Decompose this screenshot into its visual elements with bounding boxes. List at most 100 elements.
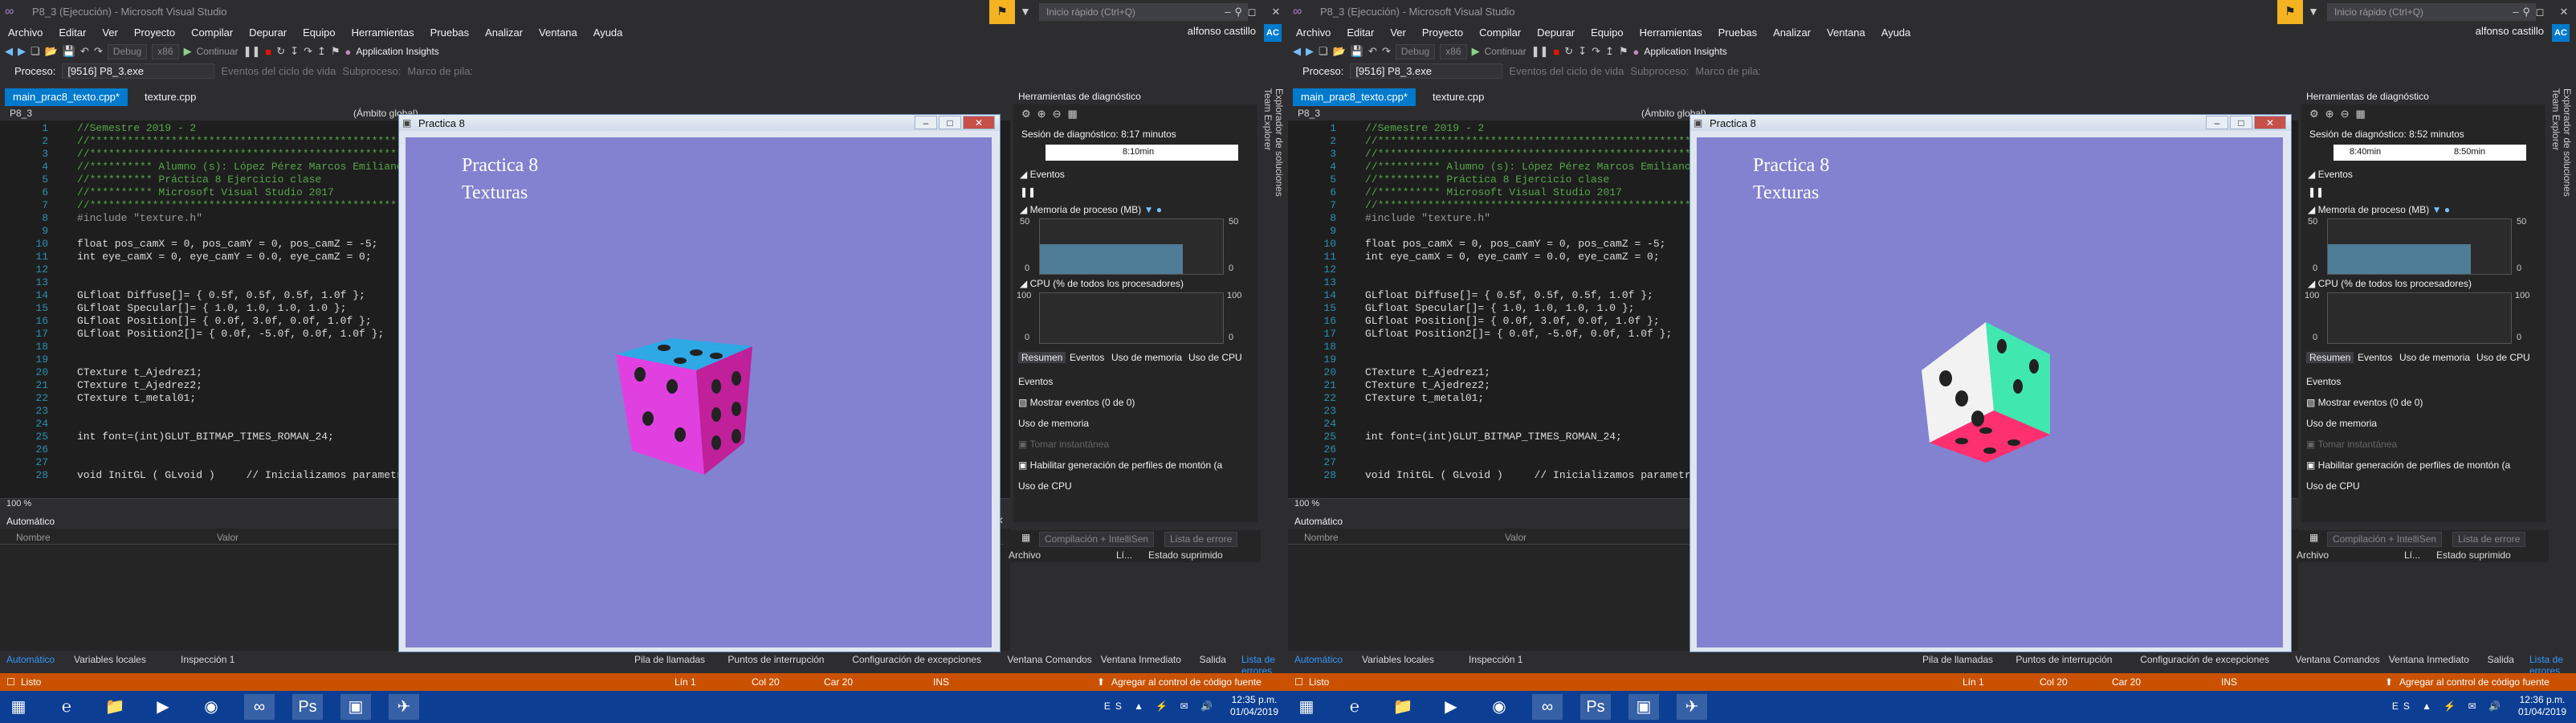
step-into-icon[interactable]: ↧ bbox=[1578, 45, 1587, 58]
config-dropdown[interactable]: Debug bbox=[107, 43, 148, 59]
show-events-link[interactable]: ▧ Mostrar eventos (0 de 0) bbox=[1018, 392, 1251, 413]
menu-analizar[interactable]: Analizar bbox=[477, 24, 531, 42]
step-out-icon[interactable]: ↥ bbox=[1605, 45, 1614, 58]
col-suppressed[interactable]: Estado suprimido bbox=[1148, 549, 1223, 561]
avatar[interactable]: AC bbox=[1264, 24, 1282, 42]
menu-editar[interactable]: Editar bbox=[51, 24, 94, 42]
events-section[interactable]: ◢ Eventos bbox=[1020, 169, 1065, 180]
bottom-tab-right[interactable]: Ventana Inmediato bbox=[1101, 654, 1181, 665]
open-icon[interactable]: 📂 bbox=[1333, 45, 1346, 58]
bottom-tab-right[interactable]: Configuración de excepciones bbox=[2140, 654, 2269, 665]
process-dropdown[interactable]: [9516] P8_3.exe bbox=[62, 63, 215, 79]
gl-minimize-button[interactable]: – bbox=[915, 116, 937, 129]
bottom-tab-right[interactable]: Puntos de interrupción bbox=[728, 654, 824, 665]
back-icon[interactable]: ◀ bbox=[1293, 45, 1301, 58]
events-section[interactable]: ◢ Eventos bbox=[2308, 169, 2353, 180]
select-tools-icon[interactable]: ▦ bbox=[2355, 108, 2371, 120]
process-dropdown[interactable]: [9516] P8_3.exe bbox=[1350, 63, 1503, 79]
config-dropdown[interactable]: Debug bbox=[1395, 43, 1436, 59]
bottom-tab-left[interactable]: Inspección 1 bbox=[1469, 654, 1522, 665]
media-player-icon[interactable]: ▶ bbox=[148, 694, 178, 720]
show-events-link[interactable]: ▧ Mostrar eventos (0 de 0) bbox=[2306, 392, 2539, 413]
media-player-icon[interactable]: ▶ bbox=[1436, 694, 1466, 720]
clock[interactable]: 12:35 p.m. 01/04/2019 bbox=[1230, 694, 1278, 718]
col-value[interactable]: Valor bbox=[1505, 532, 1526, 543]
menu-ver[interactable]: Ver bbox=[1382, 24, 1414, 42]
build-filter-dropdown[interactable]: Compilación + IntelliSen bbox=[1039, 532, 1155, 547]
lifecycle-events[interactable]: Eventos del ciclo de vida bbox=[221, 65, 336, 77]
explorer-folder-icon[interactable]: 📁 bbox=[100, 694, 130, 720]
team-explorer-tab[interactable]: Team Explorer bbox=[2550, 88, 2562, 252]
project-dropdown[interactable]: P8_3 bbox=[1298, 108, 1320, 119]
maximize-button[interactable]: ◻ bbox=[2528, 0, 2552, 24]
minimize-button[interactable]: – bbox=[1216, 0, 1240, 24]
tab-eventos[interactable]: Eventos bbox=[2358, 352, 2392, 363]
add-source-control[interactable]: Agregar al control de código fuente bbox=[2399, 676, 2550, 688]
tab-cpu[interactable]: Uso de CPU bbox=[1188, 352, 1242, 363]
user-name[interactable]: alfonso castillo bbox=[2476, 25, 2544, 37]
stop-icon[interactable]: ■ bbox=[265, 46, 271, 58]
memory-section[interactable]: ◢ Memoria de proceso (MB) ▼ ● bbox=[2308, 204, 2450, 215]
menu-herramientas[interactable]: Herramientas bbox=[344, 24, 422, 42]
user-name[interactable]: alfonso castillo bbox=[1188, 25, 1256, 37]
menu-archivo[interactable]: Archivo bbox=[0, 24, 51, 42]
restart-icon[interactable]: ↻ bbox=[1564, 45, 1573, 58]
solution-explorer-tab[interactable]: Explorador de soluciones bbox=[1274, 88, 1285, 252]
settings-icon[interactable]: ⚙ bbox=[1021, 108, 1037, 120]
menu-depurar[interactable]: Depurar bbox=[241, 24, 295, 42]
minimize-button[interactable]: – bbox=[2504, 0, 2528, 24]
zoom-out-icon[interactable]: ⊖ bbox=[2341, 108, 2356, 120]
solution-explorer-tab[interactable]: Explorador de soluciones bbox=[2562, 88, 2573, 252]
build-filter-dropdown[interactable]: Compilación + IntelliSen bbox=[2327, 532, 2443, 547]
gl-maximize-button[interactable]: □ bbox=[2230, 116, 2252, 129]
menu-analizar[interactable]: Analizar bbox=[1765, 24, 1819, 42]
tab-memory[interactable]: Uso de memoria bbox=[2399, 352, 2470, 363]
lang-indicator[interactable]: ES bbox=[2392, 701, 2415, 712]
app-insights-button[interactable]: Application Insights bbox=[1644, 46, 1726, 57]
platform-dropdown[interactable]: x86 bbox=[152, 43, 179, 59]
save-icon[interactable]: 💾 bbox=[1351, 45, 1363, 58]
step-over-icon[interactable]: ↷ bbox=[304, 45, 312, 58]
open-icon[interactable]: 📂 bbox=[45, 45, 58, 58]
continue-icon[interactable]: ▶ bbox=[1472, 45, 1480, 58]
menu-pruebas[interactable]: Pruebas bbox=[1710, 24, 1765, 42]
errlist-filter-icon[interactable]: ▦ bbox=[2309, 532, 2318, 543]
app-icon[interactable]: ▣ bbox=[340, 694, 371, 720]
cpu-section[interactable]: ◢ CPU (% de todos los procesadores) bbox=[2308, 278, 2472, 289]
menu-pruebas[interactable]: Pruebas bbox=[422, 24, 477, 42]
new-project-icon[interactable]: ❏ bbox=[1319, 45, 1328, 58]
tab-memory[interactable]: Uso de memoria bbox=[1111, 352, 1182, 363]
explorer-folder-icon[interactable]: 📁 bbox=[1388, 694, 1418, 720]
new-project-icon[interactable]: ❏ bbox=[31, 45, 40, 58]
col-value[interactable]: Valor bbox=[217, 532, 238, 543]
gl-maximize-button[interactable]: □ bbox=[939, 116, 961, 129]
menu-ventana[interactable]: Ventana bbox=[531, 24, 585, 42]
step-over-icon[interactable]: ↷ bbox=[1592, 45, 1600, 58]
menu-compilar[interactable]: Compilar bbox=[183, 24, 241, 42]
menu-herramientas[interactable]: Herramientas bbox=[1632, 24, 1710, 42]
menu-proyecto[interactable]: Proyecto bbox=[1414, 24, 1471, 42]
notification-flag-icon[interactable]: ⚑ bbox=[989, 0, 1015, 24]
tab-main-prac8[interactable]: main_prac8_texto.cpp* bbox=[1293, 88, 1416, 106]
pause-events-icon[interactable]: ❚❚ bbox=[1020, 186, 1036, 198]
edge-icon[interactable]: ℮ bbox=[51, 694, 82, 720]
col-linea[interactable]: Lí... bbox=[2404, 549, 2420, 561]
opengl-titlebar[interactable]: ▣ Practica 8 – □ ✕ bbox=[399, 115, 1000, 131]
snapshot-button[interactable]: ▣ Tomar instantánea bbox=[1018, 434, 1251, 455]
bottom-tab-right[interactable]: Pila de llamadas bbox=[634, 654, 705, 665]
app-icon[interactable]: ▣ bbox=[1628, 694, 1659, 720]
windows-start-icon[interactable]: ▦ bbox=[1291, 694, 1322, 720]
opengl-titlebar[interactable]: ▣ Practica 8 – □ ✕ bbox=[1690, 115, 2291, 131]
bottom-tab-left[interactable]: Variables locales bbox=[1362, 654, 1434, 665]
tab-resumen[interactable]: Resumen bbox=[2306, 352, 2354, 363]
bottom-tab-right[interactable]: Ventana Comandos bbox=[1007, 654, 1091, 665]
photoshop-icon[interactable]: Ps bbox=[292, 694, 323, 720]
zoom-in-icon[interactable]: ⊕ bbox=[1037, 108, 1053, 120]
pause-icon[interactable]: ❚❚ bbox=[243, 45, 261, 58]
menu-ver[interactable]: Ver bbox=[94, 24, 126, 42]
bottom-tab-right[interactable]: Ventana Inmediato bbox=[2389, 654, 2469, 665]
error-search[interactable]: Lista de errore bbox=[2452, 532, 2526, 547]
continue-button[interactable]: Continuar bbox=[197, 46, 238, 57]
menu-compilar[interactable]: Compilar bbox=[1471, 24, 1529, 42]
col-name[interactable]: Nombre bbox=[1304, 532, 1339, 543]
